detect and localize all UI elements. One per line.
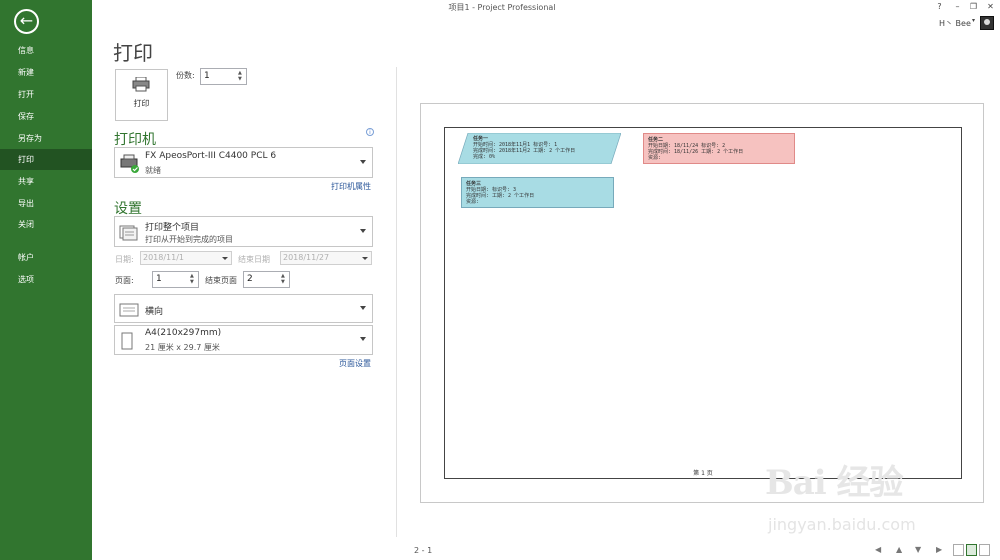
chevron-down-icon bbox=[362, 257, 368, 260]
printer-device-icon bbox=[120, 154, 139, 173]
scroll-down-icon[interactable]: ▼ bbox=[915, 545, 921, 554]
copies-value: 1 bbox=[204, 71, 210, 81]
print-range-select[interactable]: 打印整个项目 打印从开始到完成的项目 bbox=[114, 216, 373, 247]
nav-options[interactable]: 选项 bbox=[0, 269, 92, 290]
info-icon[interactable]: i bbox=[366, 128, 374, 136]
paper-size-sub: 21 厘米 x 29.7 厘米 bbox=[145, 343, 220, 352]
start-page-stepper[interactable]: 1 ▲ ▼ bbox=[152, 271, 199, 288]
end-page-label: 结束页面 bbox=[205, 276, 237, 285]
baidu-watermark-url: jingyan.baidu.com bbox=[768, 515, 916, 534]
chevron-down-icon bbox=[360, 159, 366, 164]
baidu-watermark: Bai 经验 bbox=[765, 463, 904, 503]
nav-share[interactable]: 共享 bbox=[0, 171, 92, 192]
chevron-down-icon bbox=[222, 257, 228, 260]
copies-stepper[interactable]: 1 ▲ ▼ bbox=[200, 68, 247, 85]
nav-save-as[interactable]: 另存为 bbox=[0, 128, 92, 149]
stepper-arrows-icon[interactable]: ▲ ▼ bbox=[190, 273, 196, 285]
nav-info[interactable]: 信息 bbox=[0, 40, 92, 61]
chevron-down-icon bbox=[360, 228, 366, 233]
nav-export[interactable]: 导出 bbox=[0, 193, 92, 214]
restore-icon[interactable]: ❐ bbox=[968, 1, 979, 12]
paper-icon bbox=[121, 332, 133, 350]
end-date-field[interactable]: 2018/11/27 bbox=[280, 251, 372, 265]
task-line: 资源: bbox=[466, 199, 480, 205]
backstage-sidebar: ← 信息 新建 打开 保存 另存为 打印 共享 导出 关闭 帐户 选项 bbox=[0, 0, 92, 560]
settings-section-title: 设置 bbox=[114, 201, 142, 217]
close-icon[interactable]: ✕ bbox=[985, 1, 996, 12]
user-menu-caret-icon[interactable]: ▾ bbox=[972, 17, 975, 24]
chevron-down-icon bbox=[360, 337, 366, 341]
end-date-label: 结束日期 bbox=[238, 255, 270, 264]
chevron-down-icon bbox=[360, 305, 366, 310]
minimize-icon[interactable]: – bbox=[952, 1, 963, 12]
start-date-field[interactable]: 2018/11/1 bbox=[140, 251, 232, 265]
paper-size-select[interactable]: A4(210x297mm) 21 厘米 x 29.7 厘米 bbox=[114, 325, 373, 355]
avatar[interactable] bbox=[980, 16, 994, 30]
task-line: 资源: bbox=[648, 155, 662, 161]
back-arrow-icon[interactable]: ← bbox=[14, 9, 39, 34]
task-line: 完成: 0% bbox=[473, 154, 496, 160]
print-range-main: 打印整个项目 bbox=[145, 223, 200, 233]
landscape-icon bbox=[119, 303, 139, 317]
task-card-2[interactable]: 任务二 开始日期: 18/11/24 标识号: 2 完成时间: 18/11/26… bbox=[643, 133, 795, 164]
print-range-sub: 打印从开始到完成的项目 bbox=[145, 235, 233, 244]
scroll-up-icon[interactable]: ▲ bbox=[896, 545, 902, 554]
nav-print[interactable]: 打印 bbox=[0, 149, 92, 170]
scroll-left-icon[interactable]: ◀ bbox=[875, 545, 881, 554]
printer-select[interactable]: FX ApeosPort-III C4400 PCL 6 就绪 bbox=[114, 147, 373, 178]
print-button[interactable]: 打印 bbox=[115, 69, 168, 121]
start-page-value: 1 bbox=[156, 274, 162, 284]
end-date-value: 2018/11/27 bbox=[283, 253, 330, 262]
page-indicator: 2 - 1 bbox=[414, 546, 433, 555]
multiple-pages-icon[interactable] bbox=[979, 544, 990, 556]
nav-account[interactable]: 帐户 bbox=[0, 247, 92, 268]
nav-save[interactable]: 保存 bbox=[0, 106, 92, 127]
date-label: 日期: bbox=[115, 255, 134, 264]
panel-divider bbox=[396, 67, 397, 537]
stepper-arrows-icon[interactable]: ▲ ▼ bbox=[281, 273, 287, 285]
copies-label: 份数: bbox=[176, 71, 195, 80]
one-page-icon[interactable] bbox=[966, 544, 977, 556]
task-card-1[interactable]: 任务一 开始时间: 2018年11月1 标识号: 1 完成时间: 2018年11… bbox=[469, 133, 614, 163]
page-title: 打印 bbox=[113, 41, 153, 65]
actual-size-icon[interactable] bbox=[953, 544, 964, 556]
help-icon[interactable]: ? bbox=[934, 1, 945, 12]
start-date-value: 2018/11/1 bbox=[143, 253, 185, 262]
orientation-value: 横向 bbox=[145, 307, 164, 317]
task-card-3[interactable]: 任务三 开始日期: 标识号: 3 完成时间: 工期: 2 个工作日 资源: bbox=[461, 177, 614, 208]
end-page-stepper[interactable]: 2 ▲ ▼ bbox=[243, 271, 290, 288]
page-label: 页面: bbox=[115, 276, 134, 285]
nav-open[interactable]: 打开 bbox=[0, 84, 92, 105]
nav-new[interactable]: 新建 bbox=[0, 62, 92, 83]
preview-page: 任务一 开始时间: 2018年11月1 标识号: 1 完成时间: 2018年11… bbox=[444, 127, 962, 479]
printer-name: FX ApeosPort-III C4400 PCL 6 bbox=[145, 151, 277, 161]
project-pages-icon bbox=[119, 225, 138, 241]
scroll-right-icon[interactable]: ▶ bbox=[936, 545, 942, 554]
printer-properties-link[interactable]: 打印机属性 bbox=[331, 181, 371, 192]
print-button-label: 打印 bbox=[133, 99, 150, 108]
nav-close[interactable]: 关闭 bbox=[0, 214, 92, 235]
paper-size-main: A4(210x297mm) bbox=[145, 328, 222, 338]
page-setup-link[interactable]: 页面设置 bbox=[339, 358, 371, 369]
title-bar: 项目1 - Project Professional ? – ❐ ✕ bbox=[92, 0, 1000, 14]
printer-icon bbox=[132, 77, 150, 92]
stepper-arrows-icon[interactable]: ▲ ▼ bbox=[238, 70, 244, 82]
end-page-value: 2 bbox=[247, 274, 253, 284]
printer-section-title: 打印机 bbox=[114, 132, 156, 148]
user-name[interactable]: H丶 Bee bbox=[939, 18, 971, 29]
printer-status: 就绪 bbox=[145, 166, 161, 175]
orientation-select[interactable]: 横向 bbox=[114, 294, 373, 323]
window-title: 项目1 - Project Professional bbox=[448, 3, 556, 12]
